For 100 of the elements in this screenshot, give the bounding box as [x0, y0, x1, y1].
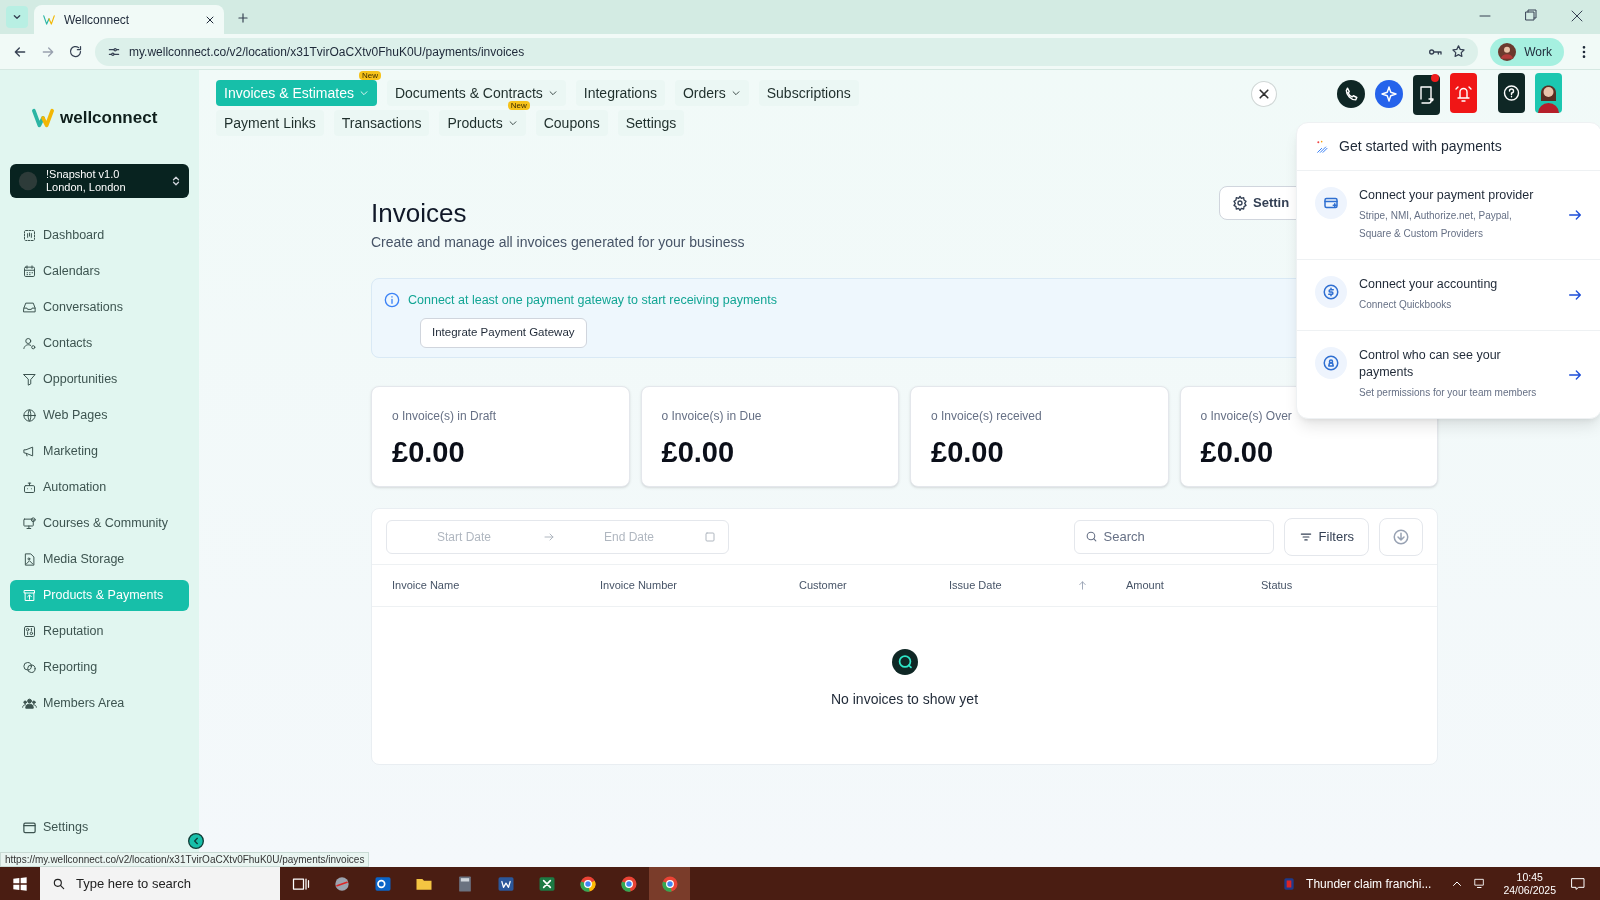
popup-item[interactable]: Control who can see your payments Set permissions for your team members	[1297, 331, 1600, 418]
windows-logo-icon[interactable]	[12, 875, 28, 892]
help-icon[interactable]	[1498, 73, 1525, 113]
circles-icon	[22, 660, 37, 675]
nav-tab[interactable]: Orders	[674, 80, 749, 106]
nav-tab[interactable]: Integrations	[575, 80, 665, 106]
inbox-icon	[22, 300, 37, 315]
popup-item-title: Control who can see your payments	[1359, 347, 1502, 381]
nav-tab[interactable]: Subscriptions	[758, 80, 859, 106]
search-field[interactable]: Search	[1073, 519, 1274, 554]
sidebar-item[interactable]: Automation	[10, 472, 189, 503]
popup-item-description: Set permissions for your team members	[1359, 386, 1538, 400]
stat-amount: £0.00	[931, 435, 1005, 470]
people-icon	[22, 696, 37, 711]
download-button[interactable]	[1379, 517, 1423, 556]
image-file-icon	[22, 552, 37, 567]
wellconnect-logo-icon	[42, 12, 56, 27]
sidebar-item[interactable]: Conversations	[10, 292, 189, 323]
globe-icon	[22, 408, 37, 423]
location-switcher[interactable]: !Snapshot v1.0 London, London	[10, 164, 189, 198]
sidebar-item[interactable]: Settings	[10, 815, 101, 839]
sparkle-icon[interactable]	[1375, 80, 1403, 108]
column-header[interactable]: Issue Date	[949, 577, 1002, 594]
sidebar-item[interactable]: Reputation	[10, 616, 189, 647]
lock-icon	[1322, 354, 1340, 372]
sidebar-item[interactable]: Web Pages	[10, 400, 189, 431]
status-url: https://my.wellconnect.co/v2/location/x31TvirOaCXtv0FhuK0U/payments/invoices	[0, 852, 370, 867]
address-bar[interactable]: my.wellconnect.co/v2/location/x31TvirOaCXtv0FhuK0U/payments/invoices	[95, 37, 1479, 66]
wellconnect-logo-icon	[30, 107, 56, 129]
sidebar-item[interactable]: Members Area	[10, 688, 189, 719]
stat-amount: £0.00	[1200, 435, 1275, 470]
nav-tab[interactable]: Transactions	[333, 110, 430, 136]
avatar-icon	[1498, 42, 1517, 61]
news-icon[interactable]	[1282, 875, 1297, 892]
close-icon[interactable]	[1251, 81, 1277, 107]
avatar-icon	[18, 171, 38, 191]
nav-tab[interactable]: Coupons	[535, 110, 608, 136]
bell-icon[interactable]	[1450, 73, 1477, 113]
browser-tab[interactable]: Wellconnect	[34, 5, 224, 34]
stat-label: o Invoice(s) received	[931, 408, 1043, 425]
column-header[interactable]: Invoice Number	[600, 577, 678, 594]
download-icon	[1392, 527, 1410, 546]
stat-amount: £0.00	[392, 435, 466, 470]
column-header[interactable]: Customer	[799, 577, 847, 594]
taskbar-search-field[interactable]: Type here to search	[40, 867, 280, 900]
integrate-gateway-button[interactable]: Integrate Payment Gateway	[420, 317, 587, 348]
nav-tab[interactable]: Settings	[617, 110, 685, 136]
alert-text: Connect at least one payment gateway to start receiving payments	[408, 292, 777, 309]
reload-icon[interactable]	[68, 44, 83, 59]
profile-button[interactable]: Work	[1490, 37, 1564, 66]
sidebar-item[interactable]: Dashboard	[10, 220, 189, 251]
sidebar-item[interactable]: Courses & Community	[10, 508, 189, 539]
chevron-up-down-icon	[171, 174, 181, 188]
arrow-right-icon	[1567, 287, 1583, 303]
nav-tab[interactable]: Payment Links	[216, 110, 324, 136]
sidebar-item[interactable]: Marketing	[10, 436, 189, 467]
robot-icon	[22, 480, 37, 495]
popup-item[interactable]: Connect your payment provider Stripe, NMI, Authorize.net, Paypal, Square & Custom Providers	[1297, 171, 1600, 260]
news-ticker[interactable]: Thunder claim franchi...	[1306, 874, 1432, 893]
popup-item-description: Connect Quickbooks	[1359, 298, 1453, 312]
funnel-icon	[22, 372, 37, 387]
column-header[interactable]: Status	[1261, 577, 1293, 594]
star-icon[interactable]	[1451, 44, 1467, 59]
nav-tab[interactable]: Products	[439, 110, 526, 136]
sidebar-item[interactable]: Media Storage	[10, 544, 189, 575]
phone-icon[interactable]	[1337, 80, 1365, 108]
avatar-icon[interactable]	[1535, 73, 1562, 113]
new-tab-icon[interactable]	[236, 11, 250, 25]
filters-button[interactable]: Filters	[1283, 517, 1369, 556]
sidebar-item[interactable]: Calendars	[10, 256, 189, 287]
popup-item-title: Connect your accounting	[1359, 276, 1499, 293]
new-badge: New	[358, 71, 381, 80]
confetti-icon	[1315, 138, 1331, 155]
person-icon	[22, 336, 37, 351]
new-badge: New	[507, 101, 530, 110]
sidebar-item[interactable]: Reporting	[10, 652, 189, 683]
empty-state-text: No invoices to show yet	[830, 690, 979, 709]
popup-title: Get started with payments	[1339, 137, 1502, 156]
stat-label: o Invoice(s) in Draft	[392, 408, 498, 425]
tab-list-icon[interactable]	[6, 6, 28, 28]
notification-icon[interactable]	[1570, 875, 1586, 892]
monitor-icon	[22, 516, 37, 531]
stat-amount: £0.00	[661, 435, 736, 470]
store-icon	[22, 588, 37, 603]
clock[interactable]: 10:45 24/06/2025	[1503, 870, 1556, 897]
collapse-sidebar-icon[interactable]	[188, 833, 204, 849]
logo-text: wellconnect	[60, 107, 158, 130]
dollar-icon	[1322, 283, 1340, 301]
search-icon	[1084, 530, 1098, 543]
window-icon	[22, 819, 37, 835]
arrow-right-icon	[1567, 207, 1583, 223]
page-title: Invoices	[371, 198, 468, 228]
sidebar-item[interactable]: Opportunities	[10, 364, 189, 395]
search-icon	[52, 876, 66, 891]
column-header[interactable]: Amount	[1126, 577, 1164, 594]
column-header[interactable]: Invoice Name	[392, 577, 460, 594]
sidebar-item[interactable]: Contacts	[10, 328, 189, 359]
settings-icon	[1232, 195, 1248, 211]
stat-label: o Invoice(s) Over	[1200, 408, 1293, 425]
popup-item[interactable]: Connect your accounting Connect Quickbooks	[1297, 260, 1600, 331]
